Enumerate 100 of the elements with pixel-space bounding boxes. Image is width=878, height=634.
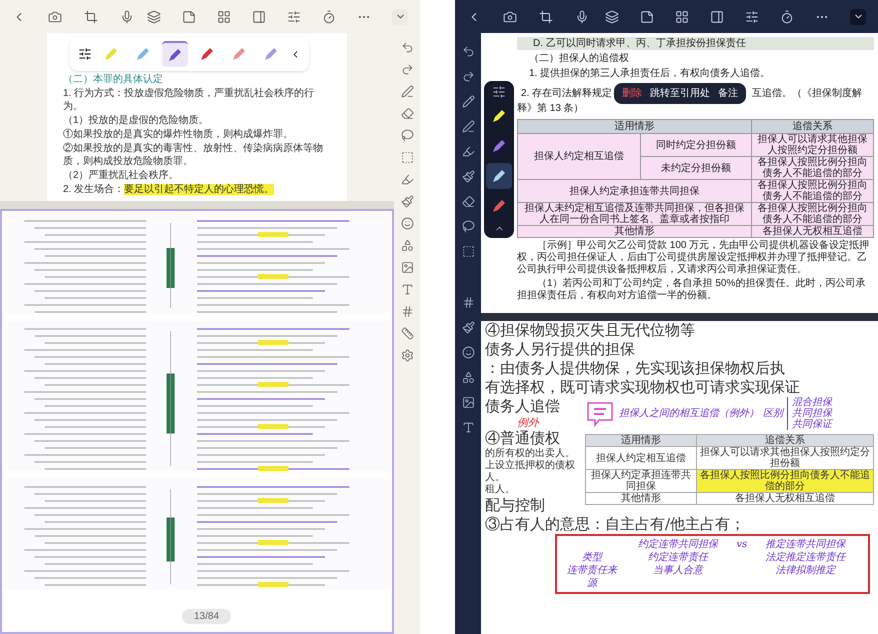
handwritten-note: 共同担保 (792, 408, 832, 419)
number-icon[interactable] (462, 296, 474, 309)
paragraph: ④担保物毁损灭失且无代位物等 (485, 321, 696, 340)
split-handle[interactable] (481, 313, 878, 321)
layers-icon[interactable] (605, 10, 619, 24)
eraser-icon[interactable] (400, 107, 414, 120)
lasso-icon[interactable] (400, 129, 414, 142)
brush-icon[interactable] (400, 195, 414, 208)
handwritten-note: 区别 (763, 407, 783, 421)
split-handle[interactable] (0, 201, 394, 209)
number-icon[interactable] (400, 305, 414, 318)
redo-icon[interactable] (400, 63, 414, 76)
brush-icon[interactable] (462, 321, 474, 334)
undo-icon[interactable] (400, 41, 414, 54)
table-cell: 各担保人无权相互追偿 (696, 492, 874, 504)
table-header: 追偿关系 (696, 434, 874, 446)
collapse-button[interactable] (392, 8, 408, 24)
table-cell: 担保人约定承担连带共同担保 (586, 470, 696, 492)
panel-icon[interactable] (252, 10, 266, 24)
table-cell: 各担保人无权相互追偿 (752, 226, 874, 238)
timer-icon[interactable] (322, 10, 336, 24)
sliders-icon[interactable] (745, 10, 759, 24)
selection-icon[interactable] (462, 245, 474, 258)
sticker-icon[interactable] (400, 217, 414, 230)
text-icon[interactable] (400, 283, 414, 296)
eraser-icon[interactable] (462, 195, 474, 208)
sliders-icon[interactable] (287, 10, 301, 24)
settings-icon[interactable] (400, 349, 414, 362)
paragraph: ［示例］甲公司欠乙公司贷款 100 万元，先由甲公司提供机器设备设定抵押权，丙公司担任保证人，后由丁公司提供房屋设定抵押权并办理了抵押登记。乙公司执行甲公司提供设备抵押权后，又请求丙公司承担保证责任。 (517, 240, 870, 276)
highlighter-icon[interactable] (400, 173, 414, 186)
collapse-button[interactable] (850, 8, 866, 24)
grid-icon[interactable] (217, 10, 231, 24)
handwritten-note: 共同保证 (792, 419, 832, 430)
paragraph: （1）若丙公司和丁公司约定，各自承担 50%的担保责任。此时，丙公司承担担保责任后，有权向对方追偿一半的份额。 (517, 278, 866, 302)
paragraph: ②如果投放的是真实的毒害性、放射性、传染病病原体等物质，则构成投放危险物质罪。 (63, 142, 324, 168)
handwritten-note: 担保人之间的相互追偿（例外） (619, 406, 759, 421)
table-cell: 其他情形 (586, 492, 696, 504)
table-cell: 各担保人按照比例分担向债务人不能追偿的部分 (752, 202, 874, 226)
section-heading: （二）本罪的具体认定 (63, 73, 164, 86)
handwritten-note: 推定连带共同担保 (764, 538, 847, 551)
section-heading: （二）担保人的追偿权 (528, 52, 630, 65)
handwritten-note: 类型 (581, 551, 604, 564)
paragraph: 上设立抵押权的债权人。 (485, 460, 576, 484)
paragraph: 释》第 13 条） (517, 102, 585, 115)
crop-icon[interactable] (539, 10, 553, 24)
paragraph: （1）投放的是虚假的危险物质。 (63, 114, 210, 127)
text-icon[interactable] (462, 421, 474, 434)
paragraph: 债务人追偿 (485, 397, 561, 416)
paragraph: 租人。 (485, 484, 516, 496)
pen-icon[interactable] (400, 85, 414, 98)
note-icon[interactable] (182, 10, 196, 24)
microphone-icon[interactable] (120, 10, 134, 24)
grid-icon[interactable] (675, 10, 689, 24)
pencil-icon[interactable] (462, 95, 474, 108)
table-cell: 同时约定分担份额 (640, 134, 752, 156)
handwritten-note: 约定连带共同担保 (636, 538, 720, 551)
page-counter: 13/84 (182, 609, 232, 624)
table-cell: 担保人未约定相互追偿及连带共同担保，但各担保人在同一份合同书上签名、盖章或者按指印 (518, 202, 752, 226)
table-header: 适用情形 (586, 434, 696, 446)
selection-icon[interactable] (400, 151, 414, 164)
handwritten-note: 混合担保 (792, 397, 832, 408)
pen-icon[interactable] (462, 120, 474, 133)
image-icon[interactable] (400, 261, 414, 274)
toggle-icon[interactable] (78, 47, 92, 61)
comment-icon[interactable] (585, 400, 615, 426)
pen-tool[interactable] (486, 163, 512, 189)
menu-item[interactable]: 跳转至引用处 (650, 87, 710, 100)
menu-item[interactable]: 删除 (622, 87, 642, 100)
lasso-icon[interactable] (462, 220, 474, 233)
table-header: 追偿关系 (752, 120, 874, 134)
sticker-icon[interactable] (462, 346, 474, 359)
paragraph: ：由债务人提供物保，先实现该担保物权后执 (485, 359, 786, 378)
handwritten-note: vs (736, 538, 748, 551)
ruler-icon[interactable] (400, 327, 414, 340)
shapes-icon[interactable] (400, 239, 414, 252)
table-cell: 担保人约定承担连带共同担保 (518, 180, 752, 202)
handwritten-note: 法律拟制推定 (774, 564, 837, 578)
handwritten-note: 连带责任来源 (566, 564, 618, 590)
timer-icon[interactable] (780, 10, 794, 24)
table-header: 适用情形 (518, 120, 752, 134)
crop-icon[interactable] (84, 10, 98, 24)
highlighter-icon[interactable] (462, 145, 474, 158)
redo-icon[interactable] (462, 70, 474, 83)
paragraph: 有选择权，既可请求实现物权也可请求实现保证 (485, 378, 801, 397)
layers-icon[interactable] (147, 10, 161, 24)
table-cell: 担保人约定相互追偿 (518, 134, 640, 180)
brush-icon[interactable] (462, 170, 474, 183)
table-cell: 其他情形 (518, 226, 752, 238)
paragraph: ③占有人的意思：自主占有/他主占有； (485, 515, 746, 534)
paragraph: ④普通债权 (485, 429, 561, 448)
toggle-icon[interactable] (492, 85, 506, 99)
microphone-icon[interactable] (575, 10, 589, 24)
image-icon[interactable] (462, 396, 474, 409)
camera-icon[interactable] (48, 10, 62, 24)
shapes-icon[interactable] (462, 371, 474, 384)
handwritten-note: 当事人合意 (652, 564, 705, 578)
undo-icon[interactable] (462, 45, 474, 58)
table-cell: 担保人可以请求其他担保人按照约定分担份额 (752, 134, 874, 156)
menu-item[interactable]: 备注 (718, 87, 738, 100)
paragraph: 2. 发生场合：要足以引起不特定人的心理恐慌。 (63, 183, 276, 196)
